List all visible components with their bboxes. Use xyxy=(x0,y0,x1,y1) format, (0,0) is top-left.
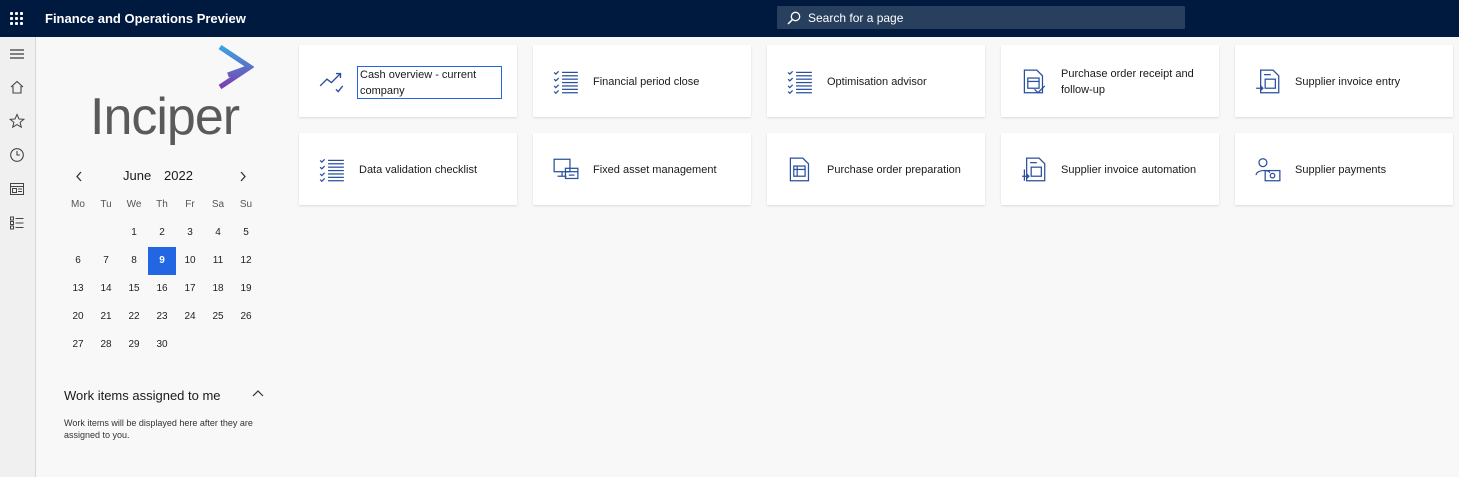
calendar-day[interactable]: 14 xyxy=(92,275,120,303)
checklist-icon xyxy=(787,69,813,95)
calendar-weekday: Sa xyxy=(211,199,225,210)
chevron-right-icon[interactable] xyxy=(234,166,252,186)
tile-supplier-invoice-automation[interactable]: Supplier invoice automation xyxy=(1001,133,1219,205)
calendar-day[interactable]: 15 xyxy=(120,275,148,303)
work-items-title: Work items assigned to me xyxy=(64,388,221,403)
calendar-day[interactable]: 27 xyxy=(64,331,92,359)
chevron-left-icon[interactable] xyxy=(70,166,88,186)
logo-text: Inciper xyxy=(90,88,240,146)
calendar-day[interactable]: 24 xyxy=(176,303,204,331)
calendar-day[interactable]: 1 xyxy=(120,219,148,247)
tile-purchase-order-preparation[interactable]: Purchase order preparation xyxy=(767,133,985,205)
calendar-day[interactable]: 25 xyxy=(204,303,232,331)
calendar-day-selected[interactable]: 9 xyxy=(148,247,176,275)
calendar-year[interactable]: 2022 xyxy=(164,168,193,183)
tile-data-validation-checklist[interactable]: Data validation checklist xyxy=(299,133,517,205)
star-icon[interactable] xyxy=(6,110,28,132)
calendar-day[interactable]: 19 xyxy=(232,275,260,303)
calendar-day[interactable]: 11 xyxy=(204,247,232,275)
tile-label: Supplier invoice automation xyxy=(1061,164,1197,176)
calendar-weekday: Th xyxy=(156,199,168,210)
calendar-day[interactable]: 22 xyxy=(120,303,148,331)
search-box[interactable]: Search for a page xyxy=(777,6,1185,29)
tile-purchase-order-receipt-and-follow-up[interactable]: Purchase order receipt and follow-up xyxy=(1001,45,1219,117)
calendar-day[interactable]: 4 xyxy=(204,219,232,247)
home-icon[interactable] xyxy=(6,76,28,98)
calendar-weekday: Fr xyxy=(185,199,195,210)
checklist-icon xyxy=(553,69,579,95)
calendar-day[interactable]: 5 xyxy=(232,219,260,247)
calendar-day[interactable]: 23 xyxy=(148,303,176,331)
calendar-day[interactable]: 7 xyxy=(92,247,120,275)
calendar-day[interactable]: 8 xyxy=(120,247,148,275)
calendar-day[interactable]: 26 xyxy=(232,303,260,331)
waffle-icon[interactable] xyxy=(8,10,24,26)
calendar-day[interactable]: 21 xyxy=(92,303,120,331)
payment-person-icon xyxy=(1255,157,1281,183)
calendar-day[interactable]: 17 xyxy=(176,275,204,303)
calendar-day[interactable]: 6 xyxy=(64,247,92,275)
tile-optimisation-advisor[interactable]: Optimisation advisor xyxy=(767,45,985,117)
calendar-day[interactable]: 20 xyxy=(64,303,92,331)
calendar-weekday: Mo xyxy=(71,199,85,210)
calendar-day[interactable]: 3 xyxy=(176,219,204,247)
checklist-icon xyxy=(319,157,345,183)
app-title[interactable]: Finance and Operations Preview xyxy=(45,11,246,26)
calendar-day[interactable]: 2 xyxy=(148,219,176,247)
navigation-rail xyxy=(0,37,36,477)
tile-label: Purchase order preparation xyxy=(827,164,961,176)
calendar-day[interactable]: 29 xyxy=(120,331,148,359)
calendar-header: June 2022 xyxy=(64,166,264,186)
top-bar: Finance and Operations Preview Search fo… xyxy=(0,0,1459,37)
tile-label: Supplier invoice entry xyxy=(1295,76,1401,88)
tile-label: Optimisation advisor xyxy=(827,76,927,88)
tile-label: Fixed asset management xyxy=(593,164,717,176)
calendar-weekday: Su xyxy=(239,199,253,210)
tile-label: Supplier payments xyxy=(1295,164,1387,176)
clock-icon[interactable] xyxy=(6,144,28,166)
tile-supplier-invoice-entry[interactable]: Supplier invoice entry xyxy=(1235,45,1453,117)
trend-chart-icon xyxy=(319,69,345,95)
calendar-day[interactable]: 13 xyxy=(64,275,92,303)
calendar-day[interactable]: 18 xyxy=(204,275,232,303)
list-icon[interactable] xyxy=(6,212,28,234)
invoice-automation-icon xyxy=(1021,157,1047,183)
calendar-day[interactable]: 30 xyxy=(148,331,176,359)
calendar-day[interactable]: 28 xyxy=(92,331,120,359)
document-icon xyxy=(787,157,813,183)
work-items-message: Work items will be displayed here after … xyxy=(64,418,253,440)
search-placeholder: Search for a page xyxy=(808,11,904,25)
calendar-day[interactable]: 16 xyxy=(148,275,176,303)
calendar-month[interactable]: June xyxy=(123,168,151,183)
invoice-entry-icon xyxy=(1255,69,1281,95)
chevron-up-icon[interactable] xyxy=(250,386,266,402)
calendar-day[interactable]: 12 xyxy=(232,247,260,275)
calendar-weekday: Tu xyxy=(100,199,112,210)
search-icon xyxy=(787,11,801,25)
workspace-icon[interactable] xyxy=(6,178,28,200)
tile-label: Financial period close xyxy=(593,76,700,88)
tile-cash-overview-current-company[interactable]: Cash overview - current company xyxy=(299,45,517,117)
tile-label: Cash overview - current company xyxy=(357,66,502,99)
tile-fixed-asset-management[interactable]: Fixed asset management xyxy=(533,133,751,205)
tile-supplier-payments[interactable]: Supplier payments xyxy=(1235,133,1453,205)
tile-financial-period-close[interactable]: Financial period close xyxy=(533,45,751,117)
document-check-icon xyxy=(1021,69,1047,95)
company-logo: Inciper xyxy=(88,45,258,146)
calendar-day[interactable]: 10 xyxy=(176,247,204,275)
tile-label: Purchase order receipt and follow-up xyxy=(1061,68,1194,96)
calendar-weekday: We xyxy=(126,199,142,210)
tile-label: Data validation checklist xyxy=(359,164,478,176)
asset-icon xyxy=(553,157,579,183)
hamburger-icon[interactable] xyxy=(6,43,28,65)
